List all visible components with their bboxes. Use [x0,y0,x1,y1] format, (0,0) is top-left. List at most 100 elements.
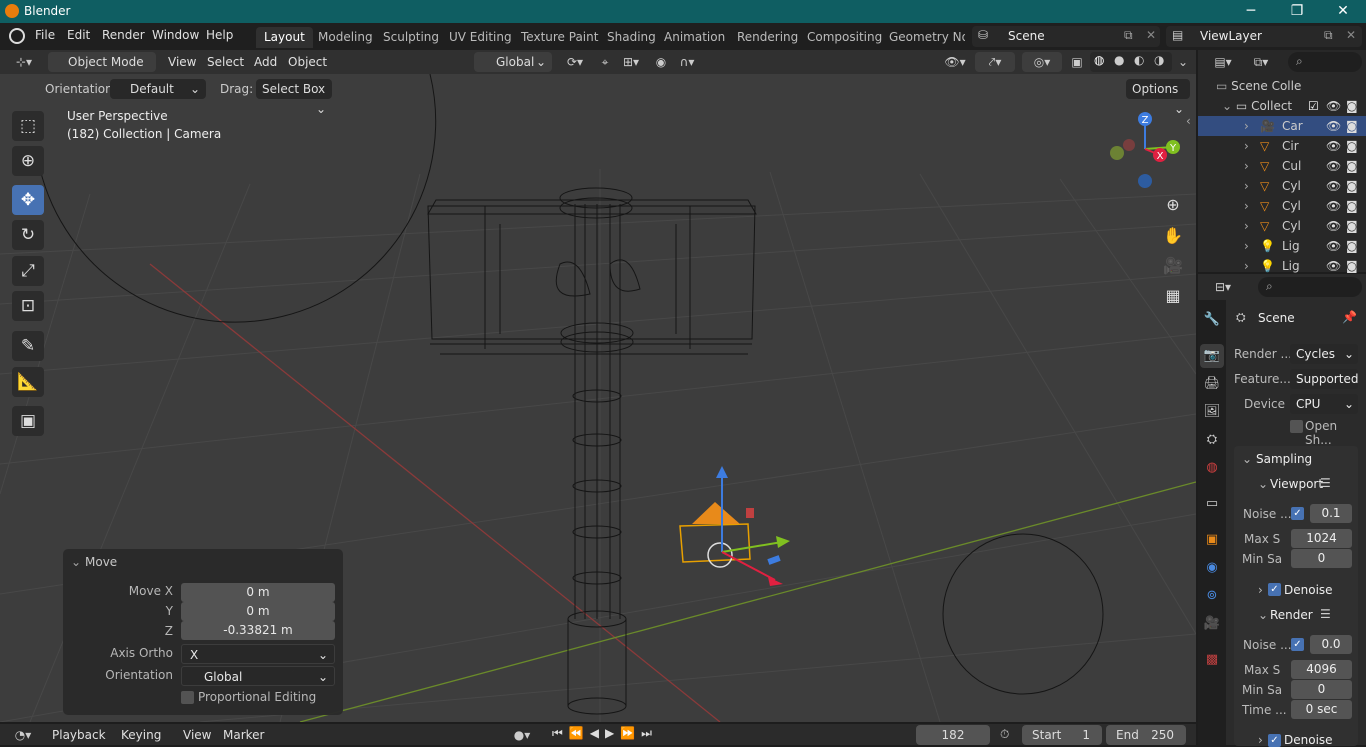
falloff-icon[interactable]: ∩▾ [674,52,700,72]
transform-tool[interactable]: ⊡ [12,291,44,321]
render-camera-icon[interactable]: ◙ [1346,196,1358,216]
collection-checkbox-icon[interactable]: ☑ [1308,96,1319,116]
collapse-chevron-icon[interactable]: ⌄ [71,555,81,569]
expand-icon[interactable]: › [1244,236,1249,256]
rotate-tool[interactable]: ↻ [12,220,44,250]
vp-noise-field[interactable]: 0.1 [1310,504,1352,523]
measure-tool[interactable]: 📐 [12,367,44,397]
r-noise-checkbox[interactable]: ✓ [1291,638,1304,651]
render-camera-icon[interactable]: ◙ [1346,116,1358,136]
device-dropdown[interactable]: CPU ⌄ [1290,394,1358,414]
outliner-object-row[interactable]: › ▽ Cyl 👁 ◙ [1198,216,1366,236]
outliner-object-row[interactable]: › 💡 Lig 👁 ◙ [1198,256,1366,276]
workspace-tab-uv-editing[interactable]: UV Editing [441,27,520,48]
workspace-tab-animation[interactable]: Animation [656,27,733,48]
display-mode-icon[interactable]: ⧉▾ [1246,52,1276,72]
outliner-search-input[interactable]: ⌕ [1288,52,1362,72]
workspace-tab-geometry-nodes[interactable]: Geometry Noc [881,27,965,48]
expand-icon[interactable]: › [1244,256,1249,276]
eye-icon[interactable]: 👁 [1326,116,1341,136]
properties-editor-icon[interactable]: ⊟▾ [1208,277,1238,297]
new-view-layer-icon[interactable]: ⧉ [1324,28,1333,43]
add-cube-tool[interactable]: ▣ [12,406,44,436]
scene-tab-icon[interactable]: ⛭ [1200,428,1224,452]
wireframe-shading-icon[interactable]: ◍ [1094,53,1104,67]
transform-orientation-dropdown[interactable]: Global ⌄ [474,52,552,72]
snap-toggle-icon[interactable]: ⌖ [594,52,616,72]
eye-icon[interactable]: 👁 [1326,256,1341,276]
expand-icon[interactable]: › [1244,176,1249,196]
navigation-gizmo[interactable]: Z Y X [1105,109,1185,191]
viewport-presets-icon[interactable]: ☰ [1320,476,1331,490]
outliner-collection-row[interactable]: ⌄ ▭ Collect ☑ 👁 ◙ [1198,96,1366,116]
close-button[interactable]: ✕ [1320,0,1366,23]
workspace-tab-shading[interactable]: Shading [599,27,664,48]
workspace-tab-sculpting[interactable]: Sculpting [375,27,447,48]
eye-icon[interactable]: 👁 [1326,156,1341,176]
expand-icon[interactable]: › [1244,116,1249,136]
stopwatch-icon[interactable]: ⏱ [1000,727,1009,742]
data-tab-icon[interactable]: 🎥 [1200,612,1224,636]
eye-icon[interactable]: 👁 [1326,236,1341,256]
snap-target-icon[interactable]: ⊞▾ [616,52,646,72]
render-camera-icon[interactable]: ◙ [1346,236,1358,256]
overlay-toggle-icon[interactable]: ◎▾ [1022,52,1062,72]
properties-search-input[interactable]: ⌕ [1258,277,1362,297]
pivot-point-icon[interactable]: ⟳▾ [560,52,590,72]
viewport-subpanel-header[interactable]: Viewport [1270,477,1323,491]
render-camera-icon[interactable]: ◙ [1346,96,1358,116]
sidebar-toggle-icon[interactable]: ‹ [1186,114,1191,128]
pan-hand-icon[interactable]: ✋ [1159,222,1187,250]
render-chevron-icon[interactable]: ⌄ [1258,608,1268,622]
denoise-label[interactable]: Denoise [1284,583,1333,597]
grid-ortho-icon[interactable]: ▦ [1159,282,1187,310]
menu-select[interactable]: Select [207,55,244,69]
options-dropdown[interactable]: Options ⌄ [1126,79,1190,116]
outliner-object-row[interactable]: › ▽ Cir 👁 ◙ [1198,136,1366,156]
object-tab-icon[interactable]: ▣ [1200,528,1224,552]
eye-icon[interactable]: 👁 [1326,216,1341,236]
render-camera-icon[interactable]: ◙ [1346,216,1358,236]
camera-view-icon[interactable]: 🎥 [1159,252,1187,280]
menu-keying[interactable]: Keying [121,728,161,742]
menu-object[interactable]: Object [288,55,327,69]
render-subpanel-header[interactable]: Render [1270,608,1313,622]
view-layer-tab-icon[interactable]: 🖼 [1200,400,1224,424]
cursor-tool[interactable]: ⊕ [12,146,44,176]
menu-edit[interactable]: Edit [67,28,90,42]
select-box-tool[interactable]: ⬚ [12,111,44,141]
render-camera-icon[interactable]: ◙ [1346,136,1358,156]
rendered-shading-icon[interactable]: ◑ [1154,53,1164,67]
material-shading-icon[interactable]: ◐ [1134,53,1144,67]
menu-marker[interactable]: Marker [223,728,264,742]
orientation-op-dropdown[interactable]: Global ⌄ [181,666,335,686]
expand-icon[interactable]: › [1244,156,1249,176]
orientation-dropdown[interactable]: Default ⌄ [110,79,206,99]
outliner-editor-icon[interactable]: ▤▾ [1208,52,1238,72]
menu-render[interactable]: Render [102,28,145,42]
workspace-tab-rendering[interactable]: Rendering [729,27,806,48]
viewport-chevron-icon[interactable]: ⌄ [1258,477,1268,491]
eye-icon[interactable]: 👁 [1326,136,1341,156]
outliner-object-row[interactable]: › 💡 Lig 👁 ◙ [1198,236,1366,256]
view-layer-selector[interactable]: ▤ ViewLayer ⧉ ✕ [1166,26,1362,47]
workspace-tab-modeling[interactable]: Modeling [310,27,381,48]
shading-options-icon[interactable]: ⌄ [1172,52,1194,72]
render-presets-icon[interactable]: ☰ [1320,607,1331,621]
world-tab-icon[interactable]: ◍ [1200,456,1224,480]
r-min-field[interactable]: 0 [1291,680,1352,699]
playback-controls[interactable]: ⏮⏪◀▶⏩⏭ [552,726,670,744]
feature-set-dropdown[interactable]: Supported⌄ [1290,369,1358,406]
workspace-tab-compositing[interactable]: Compositing [799,27,890,48]
render-camera-icon[interactable]: ◙ [1346,176,1358,196]
expand-collection-icon[interactable]: ⌄ [1222,99,1232,113]
output-tab-icon[interactable]: 🖨 [1200,372,1224,396]
end-frame-field[interactable]: End 250 [1106,725,1186,745]
eye-icon[interactable]: 👁 [1326,196,1341,216]
scene-selector[interactable]: ⛁ Scene ⧉ ✕ [972,26,1160,47]
render-camera-icon[interactable]: ◙ [1346,256,1358,276]
maximize-button[interactable]: ❐ [1274,0,1320,23]
expand-icon[interactable]: › [1244,216,1249,236]
drag-dropdown[interactable]: Select Box ⌄ [256,79,332,116]
r-noise-field[interactable]: 0.0 [1310,635,1352,654]
